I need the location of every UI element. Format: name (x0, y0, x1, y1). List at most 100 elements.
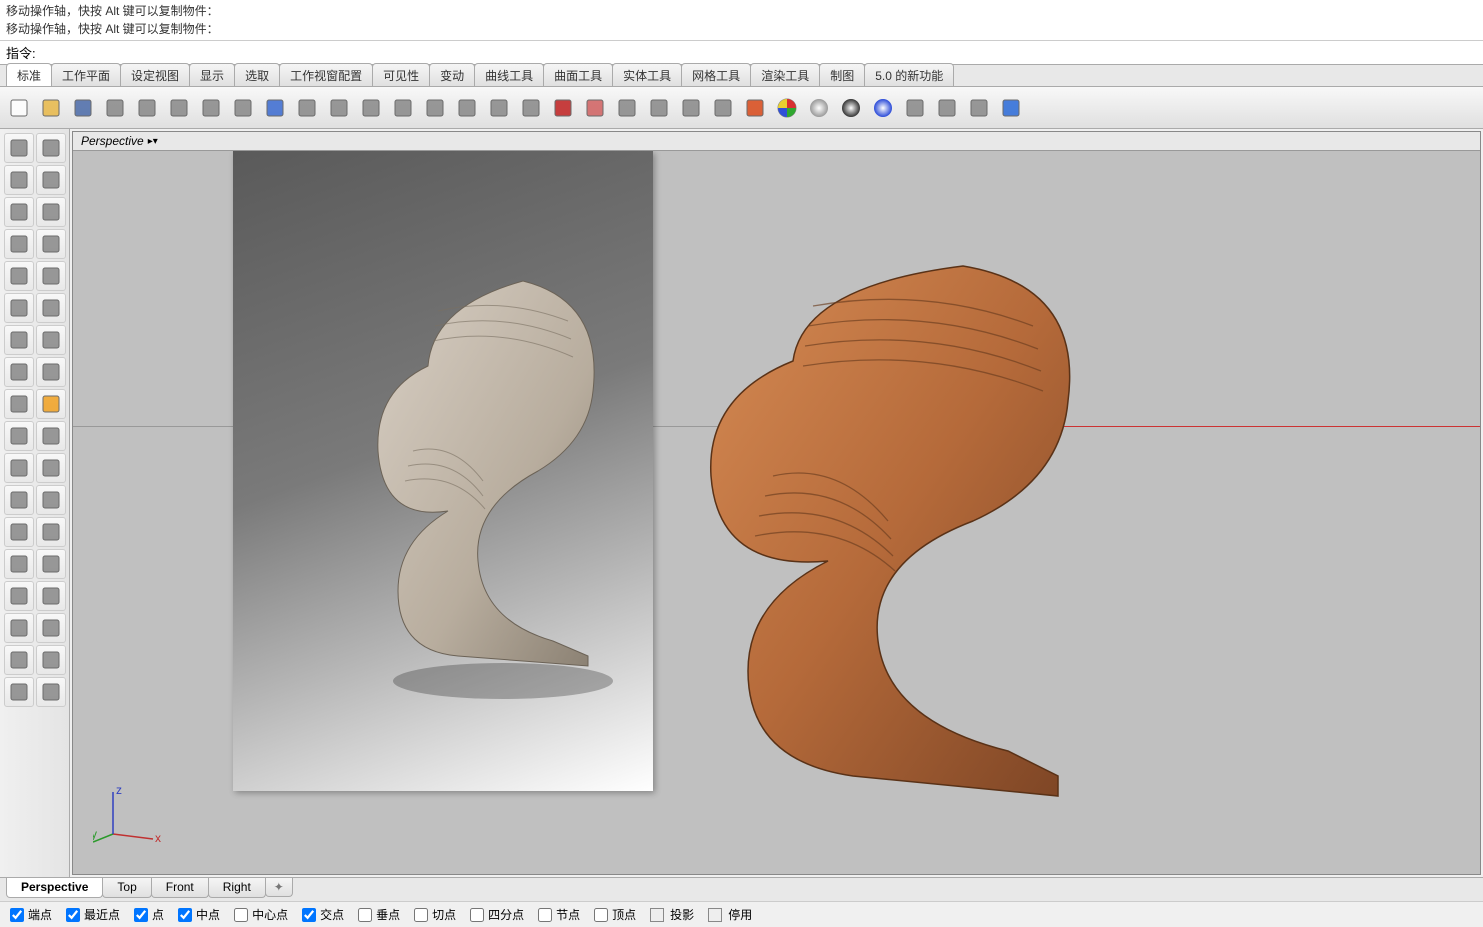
osnap-checkbox[interactable] (594, 908, 608, 922)
osnap-toggle-0[interactable]: 投影 (650, 906, 694, 923)
osnap-5[interactable]: 交点 (302, 906, 344, 923)
menu-tab-8[interactable]: 曲线工具 (474, 63, 544, 86)
zoom-dynamic-icon[interactable] (484, 93, 514, 123)
pointer-arrow-icon[interactable] (4, 133, 34, 163)
handle-icon[interactable] (36, 613, 66, 643)
menu-tab-5[interactable]: 工作视窗配置 (279, 63, 373, 86)
color-wheel-icon[interactable] (772, 93, 802, 123)
polyline-rect-icon[interactable] (36, 165, 66, 195)
array-icon[interactable] (4, 549, 34, 579)
menu-tab-0[interactable]: 标准 (6, 63, 52, 86)
menu-tab-14[interactable]: 5.0 的新功能 (864, 63, 954, 86)
boolean-icon[interactable] (4, 453, 34, 483)
osnap-checkbox[interactable] (470, 908, 484, 922)
layers-panel-icon[interactable] (644, 93, 674, 123)
layer-state-icon[interactable] (612, 93, 642, 123)
menu-tab-11[interactable]: 网格工具 (681, 63, 751, 86)
save-file-icon[interactable] (68, 93, 98, 123)
text-icon[interactable] (4, 517, 34, 547)
command-line[interactable]: 指令: (0, 41, 1483, 65)
light-toggle-icon[interactable] (676, 93, 706, 123)
menu-tab-1[interactable]: 工作平面 (51, 63, 121, 86)
pan-hand-icon[interactable] (292, 93, 322, 123)
menu-tab-9[interactable]: 曲面工具 (543, 63, 613, 86)
undo-icon[interactable] (260, 93, 290, 123)
osnap-6[interactable]: 垂点 (358, 906, 400, 923)
menu-tab-6[interactable]: 可见性 (372, 63, 430, 86)
osnap-9[interactable]: 节点 (538, 906, 580, 923)
box-solid-icon[interactable] (4, 325, 34, 355)
ellipse-icon[interactable] (36, 197, 66, 227)
crosshair-icon[interactable] (324, 93, 354, 123)
wand-icon[interactable] (900, 93, 930, 123)
erase-icon[interactable] (580, 93, 610, 123)
puzzle-icon[interactable] (4, 389, 34, 419)
snap-point-icon[interactable] (36, 453, 66, 483)
cylinder-solid-icon[interactable] (36, 325, 66, 355)
menu-tab-13[interactable]: 制图 (819, 63, 865, 86)
print-icon[interactable] (100, 93, 130, 123)
view-tab-top[interactable]: Top (102, 878, 151, 898)
help-icon[interactable] (996, 93, 1026, 123)
grid-toggle-icon[interactable] (516, 93, 546, 123)
paste-special-icon[interactable] (228, 93, 258, 123)
grip-icon[interactable] (36, 581, 66, 611)
menu-tab-7[interactable]: 变动 (429, 63, 475, 86)
osnap-4[interactable]: 中心点 (234, 906, 288, 923)
osnap-8[interactable]: 四分点 (470, 906, 524, 923)
arc-icon[interactable] (4, 261, 34, 291)
add-view-tab[interactable]: ✦ (265, 878, 293, 897)
copy-icon[interactable] (196, 93, 226, 123)
plane-icon[interactable] (36, 357, 66, 387)
gear-move-icon[interactable] (932, 93, 962, 123)
osnap-0[interactable]: 端点 (10, 906, 52, 923)
block-icon[interactable] (4, 581, 34, 611)
new-file-icon[interactable] (4, 93, 34, 123)
viewport-title-bar[interactable]: Perspective ▸▾ (73, 132, 1480, 151)
cut-icon[interactable] (164, 93, 194, 123)
menu-tab-2[interactable]: 设定视图 (120, 63, 190, 86)
scale-arrow-icon[interactable] (36, 517, 66, 547)
zoom-extents-icon[interactable] (452, 93, 482, 123)
align-icon[interactable] (964, 93, 994, 123)
menu-tab-10[interactable]: 实体工具 (612, 63, 682, 86)
line-icon[interactable] (4, 165, 34, 195)
osnap-toggle-1[interactable]: 停用 (708, 906, 752, 923)
zoom-out-icon[interactable] (356, 93, 386, 123)
osnap-7[interactable]: 切点 (414, 906, 456, 923)
menu-tab-3[interactable]: 显示 (189, 63, 235, 86)
clipboard-paste-icon[interactable] (132, 93, 162, 123)
torus-icon[interactable] (4, 357, 34, 387)
view-tab-perspective[interactable]: Perspective (6, 878, 103, 898)
osnap-3[interactable]: 中点 (178, 906, 220, 923)
curve-edit-icon[interactable] (4, 485, 34, 515)
network-icon[interactable] (36, 485, 66, 515)
osnap-2[interactable]: 点 (134, 906, 164, 923)
freeform-icon[interactable] (4, 293, 34, 323)
osnap-checkbox[interactable] (302, 908, 316, 922)
osnap-checkbox[interactable] (134, 908, 148, 922)
render-material-icon[interactable] (740, 93, 770, 123)
point-single-icon[interactable] (36, 133, 66, 163)
grid-dots-icon[interactable] (4, 613, 34, 643)
osnap-checkbox[interactable] (414, 908, 428, 922)
fillet-curve-icon[interactable] (36, 261, 66, 291)
lock-icon[interactable] (708, 93, 738, 123)
sphere-blue-icon[interactable] (868, 93, 898, 123)
eraser-edit-icon[interactable] (36, 421, 66, 451)
osnap-checkbox[interactable] (178, 908, 192, 922)
check-ok-icon[interactable] (36, 645, 66, 675)
command-input[interactable] (40, 45, 1477, 60)
sphere-gray-icon[interactable] (804, 93, 834, 123)
pencil-edit-icon[interactable] (4, 421, 34, 451)
osnap-checkbox[interactable] (234, 908, 248, 922)
osnap-checkbox[interactable] (538, 908, 552, 922)
viewport-canvas[interactable]: x y z (73, 151, 1480, 874)
car-preview-icon[interactable] (548, 93, 578, 123)
triangle-curve-icon[interactable] (4, 229, 34, 259)
chevron-down-icon[interactable]: ▸▾ (148, 136, 158, 147)
extract-icon[interactable] (36, 549, 66, 579)
osnap-checkbox[interactable] (66, 908, 80, 922)
rectangle-icon[interactable] (36, 229, 66, 259)
menu-tab-12[interactable]: 渲染工具 (750, 63, 820, 86)
